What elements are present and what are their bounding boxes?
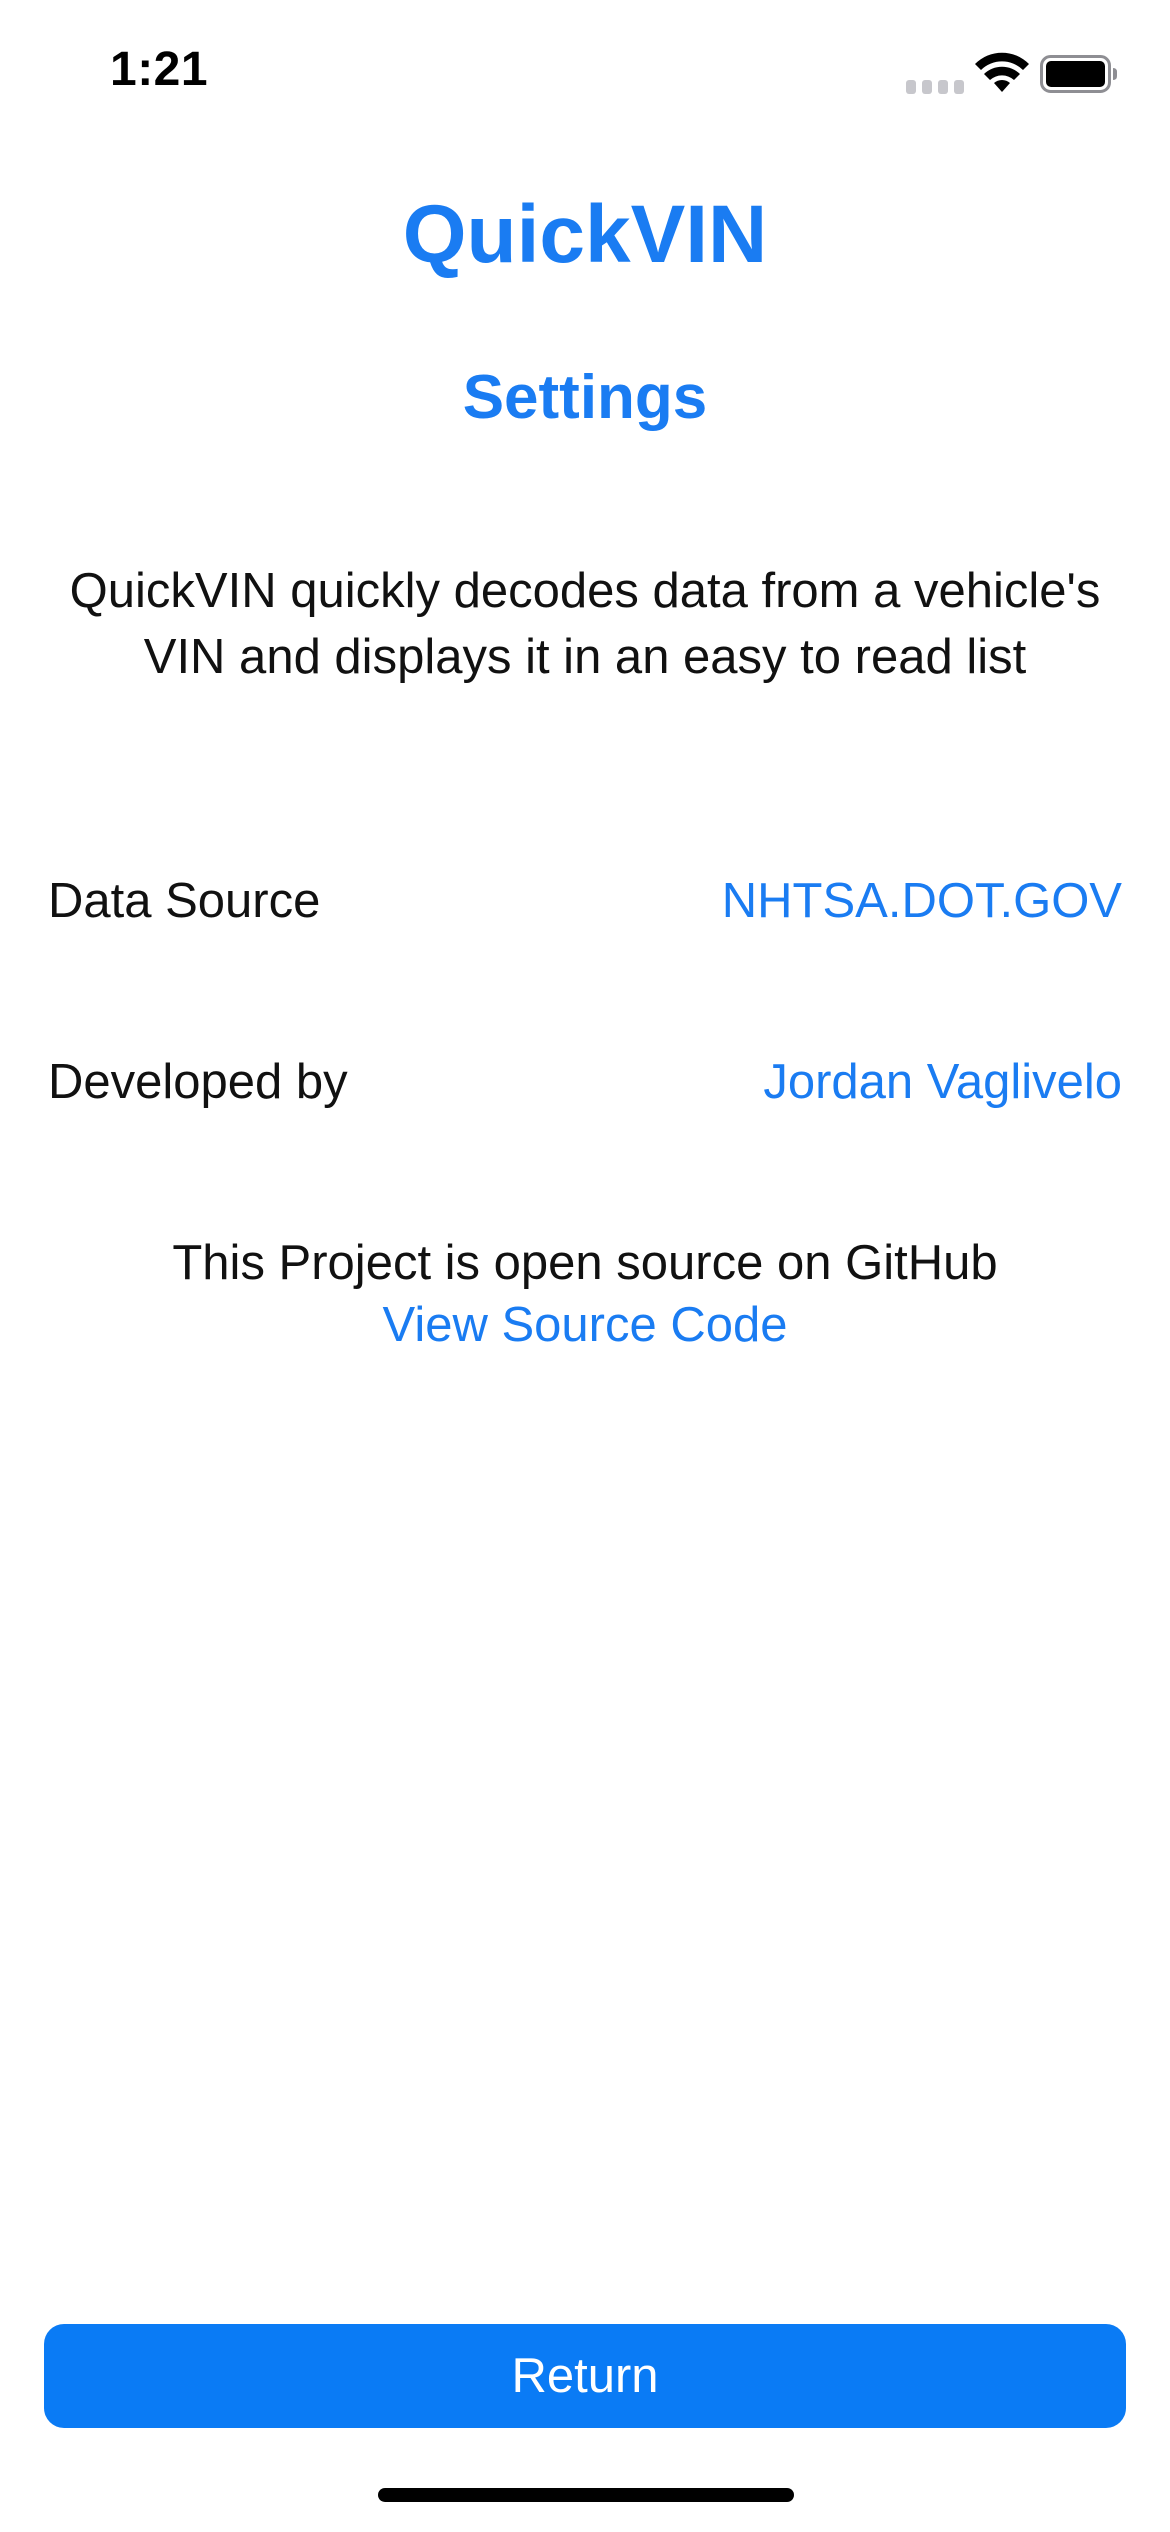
return-button[interactable]: Return	[44, 2324, 1126, 2428]
wifi-icon	[975, 52, 1029, 92]
signal-icon	[906, 80, 964, 94]
view-source-link[interactable]: View Source Code	[0, 1297, 1170, 1353]
open-source-text: This Project is open source on GitHub	[172, 1236, 998, 1290]
data-source-link[interactable]: NHTSA.DOT.GOV	[722, 873, 1122, 929]
developer-label: Developed by	[48, 1055, 348, 1109]
app-description: QuickVIN quickly decodes data from a veh…	[69, 564, 1101, 684]
battery-icon	[1040, 55, 1117, 93]
developer-row: Developed by Jordan Vaglivelo	[48, 1054, 1122, 1124]
app-title: QuickVIN	[402, 189, 768, 280]
page-title: Settings	[462, 363, 708, 432]
home-indicator[interactable]	[378, 2488, 794, 2502]
status-bar: 1:21	[0, 0, 1170, 150]
data-source-row: Data Source NHTSA.DOT.GOV	[48, 873, 1122, 943]
developer-link[interactable]: Jordan Vaglivelo	[763, 1054, 1122, 1110]
status-time: 1:21	[110, 43, 209, 96]
data-source-label: Data Source	[48, 874, 321, 928]
